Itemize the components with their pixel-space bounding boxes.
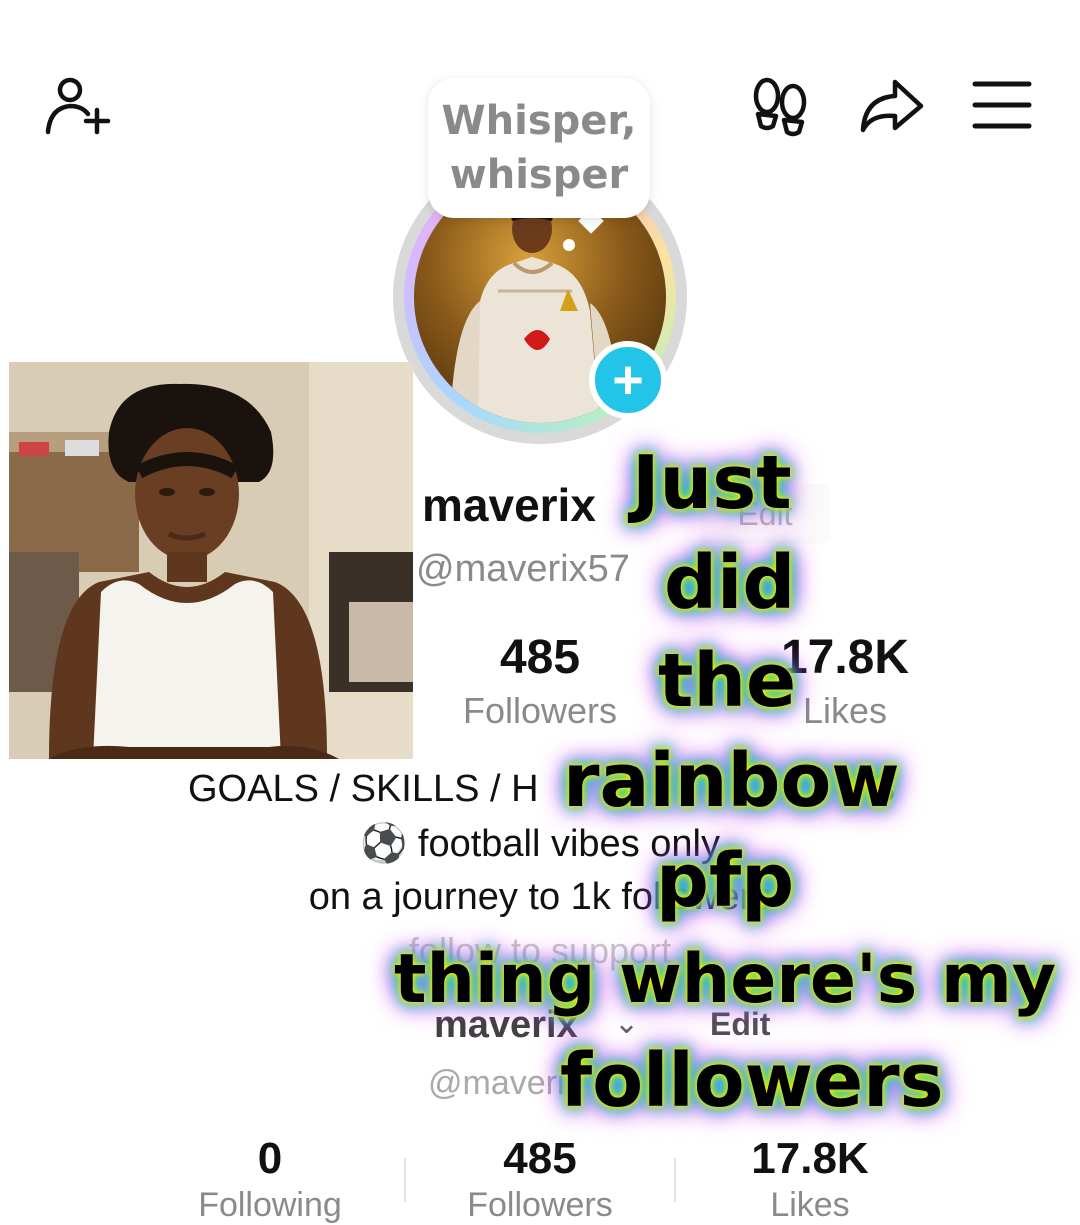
stat-divider — [674, 1158, 676, 1202]
display-name: maverix — [422, 479, 596, 531]
bottom-followers-label: Followers — [467, 1186, 613, 1224]
caption-line-7: followers — [560, 1038, 944, 1124]
add-avatar-button[interactable]: + — [589, 341, 667, 419]
username-handle: @maverix57 — [416, 548, 630, 590]
caption-line-2: did — [664, 540, 796, 626]
caption-line-3: the — [658, 638, 797, 724]
caption-line-5: pfp — [656, 838, 795, 924]
share-icon — [860, 79, 924, 133]
caption-line-4: rainbow — [563, 738, 900, 824]
following-label: Following — [198, 1186, 342, 1224]
footprints-icon — [753, 77, 807, 137]
following-count[interactable]: 0 — [170, 1134, 370, 1184]
note-bubble[interactable]: Whisper, whisper — [428, 78, 650, 218]
footprints-button[interactable] — [745, 70, 815, 140]
bio-line-2: ⚽ football vibes only — [360, 823, 720, 865]
bottom-followers-count[interactable]: 485 — [440, 1134, 640, 1184]
share-button[interactable] — [857, 70, 927, 140]
bottom-likes-label: Likes — [770, 1186, 850, 1224]
menu-icon — [972, 81, 1032, 129]
plus-icon: + — [612, 350, 644, 410]
bubble-dot — [563, 239, 575, 251]
bubble-line-2: whisper — [449, 152, 629, 198]
reaction-photo — [9, 362, 413, 759]
menu-button[interactable] — [967, 70, 1037, 140]
add-user-button[interactable] — [42, 70, 112, 140]
bio-line-1: GOALS / SKILLS / H — [188, 768, 539, 810]
followers-label: Followers — [462, 690, 618, 731]
stat-divider — [404, 1158, 406, 1202]
bio-line-3: on a journey to 1k followers — [308, 876, 772, 918]
ghost-username-handle: @maverix — [428, 1064, 582, 1102]
bubble-line-1: Whisper, — [441, 98, 637, 144]
followers-count[interactable]: 485 — [440, 630, 640, 685]
add-user-icon — [45, 77, 111, 135]
caption-line-6: thing where's my — [394, 940, 1057, 1019]
bottom-likes-count[interactable]: 17.8K — [710, 1134, 910, 1184]
caption-line-1: Just — [632, 440, 792, 526]
